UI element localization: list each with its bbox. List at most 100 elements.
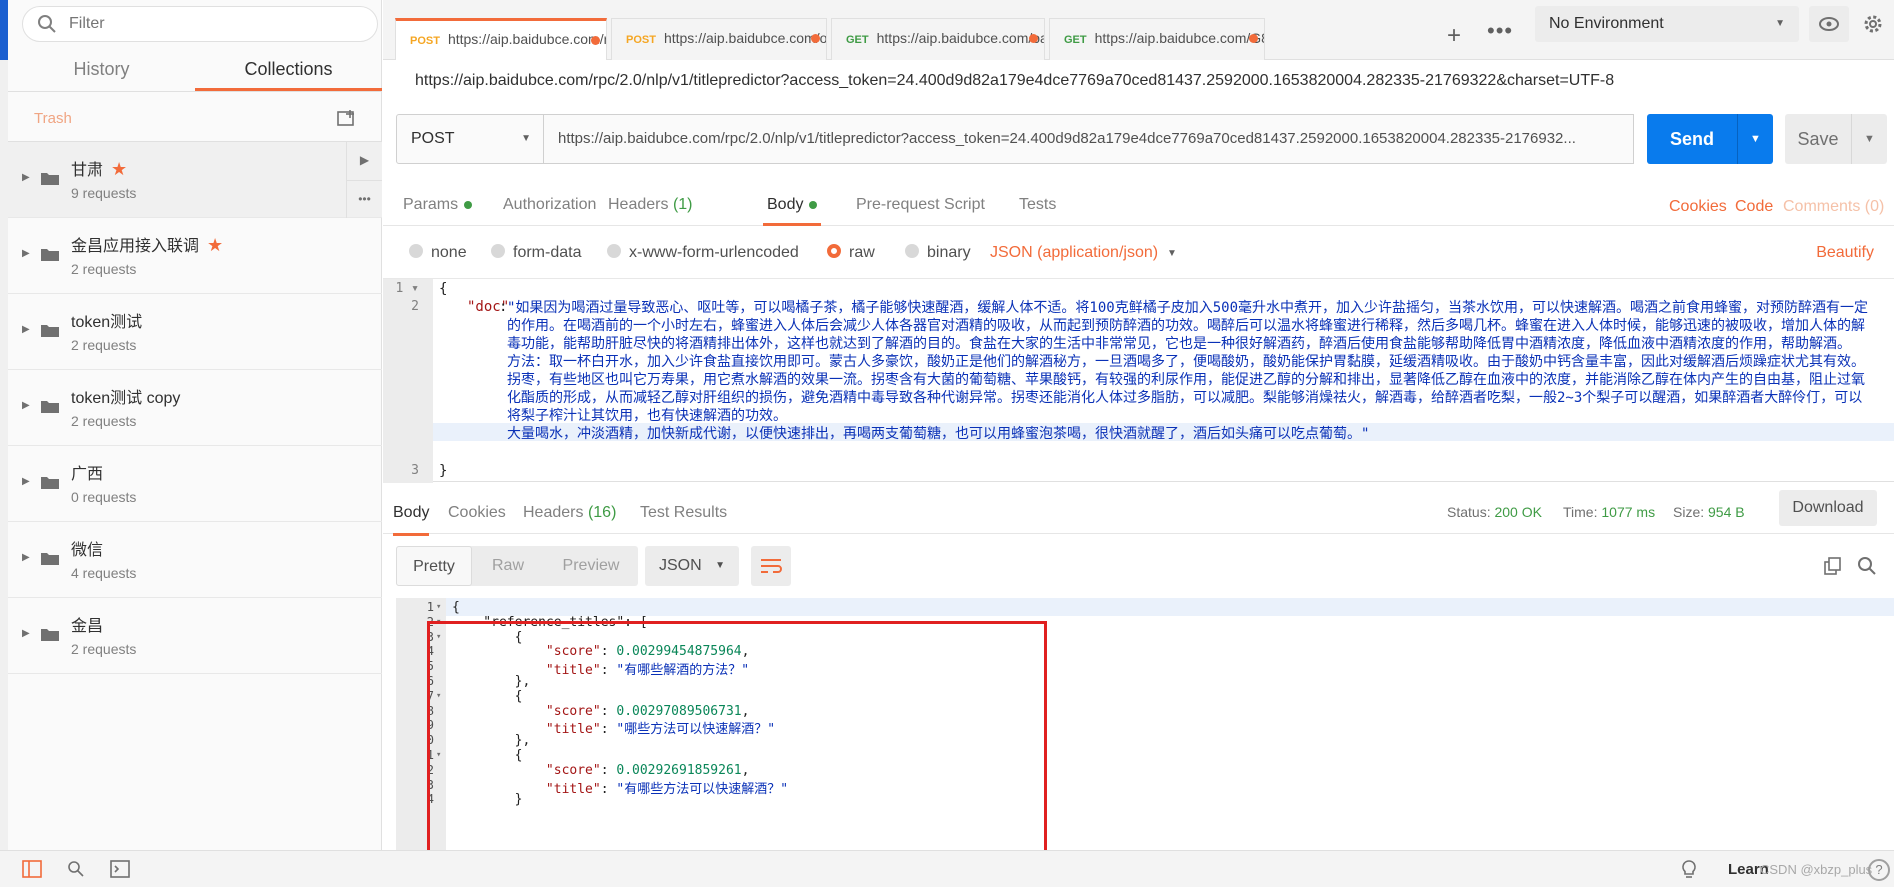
annotation-highlight-box [427,621,1047,865]
radio-raw[interactable]: raw [827,244,875,262]
caret-right-icon[interactable]: ▶ [22,476,30,487]
response-format-select[interactable]: JSON ▼ [645,546,739,586]
tab-label: Body [767,196,804,213]
radio-circle [827,244,841,258]
search-icon [38,15,56,33]
gear-icon[interactable] [1861,12,1885,36]
window-edge-accent [0,0,8,60]
fold-toggle-icon[interactable]: ▾ [436,602,441,612]
collection-item[interactable]: ▶ token测试 copy 2 requests [8,370,382,446]
time-readout: Time: 1077 ms [1563,504,1655,520]
request-tab-2[interactable]: POST https://aip.baidubce.com/oa [611,18,827,60]
more-options-icon[interactable]: ••• [346,180,382,218]
view-preview[interactable]: Preview [546,546,636,586]
collection-name: 金昌 [71,612,103,636]
collection-item[interactable]: ▶ token测试 2 requests [8,294,382,370]
radio-urlencoded[interactable]: x-www-form-urlencoded [607,244,799,262]
collection-count: 2 requests [71,261,137,277]
copy-icon[interactable] [1823,556,1843,576]
folder-icon [41,325,59,337]
collection-name: 广西 [71,460,103,484]
collection-name: 甘肃 ★ [71,156,127,180]
request-tab-4[interactable]: GET https://aip.baidubce.com/G8C [1049,18,1265,60]
view-raw[interactable]: Raw [472,546,544,586]
search-icon[interactable] [1857,556,1877,576]
caret-right-icon[interactable]: ▶ [22,172,30,183]
collection-item[interactable]: ▶ 金昌 2 requests [8,598,382,674]
lightbulb-icon[interactable] [1680,859,1698,881]
active-line-highlight [446,598,1894,616]
new-tab-icon[interactable]: + [1447,22,1461,50]
cookies-link[interactable]: Cookies [1669,198,1727,216]
radio-circle [607,244,621,258]
send-button[interactable]: Send [1647,114,1737,164]
tab-authorization[interactable]: Authorization [503,196,596,214]
environment-select[interactable]: No Environment ▼ [1535,6,1799,42]
filter-box[interactable] [22,6,378,42]
environment-quicklook-button[interactable] [1809,6,1849,42]
tab-label: Headers [608,196,669,213]
beautify-link[interactable]: Beautify [1816,244,1874,262]
request-tab-3[interactable]: GET https://aip.baidubce.com/oau [831,18,1045,60]
caret-right-icon[interactable]: ▶ [22,324,30,335]
wrap-lines-button[interactable] [751,546,791,586]
caret-right-icon[interactable]: ▶ [22,248,30,259]
tab-test-results[interactable]: Test Results [640,504,727,522]
star-icon[interactable]: ★ [111,159,127,179]
collection-name-text: 金昌 [71,618,104,635]
collection-item[interactable]: ▶ 广西 0 requests [8,446,382,522]
radio-none[interactable]: none [409,244,467,262]
caret-right-icon[interactable]: ▶ [22,400,30,411]
status-value: 200 OK [1494,504,1542,520]
trash-link[interactable]: Trash [34,110,72,127]
tab-response-headers[interactable]: Headers (16) [523,504,616,522]
eye-icon [1819,17,1839,31]
caret-right-icon[interactable]: ▶ [22,552,30,563]
sidebar-toggle-icon[interactable] [22,860,42,878]
radio-form-data[interactable]: form-data [491,244,581,262]
collection-item[interactable]: ▶ 甘肃 ★ 9 requests ▶ ••• [8,142,382,218]
method-select[interactable]: POST ▼ [396,114,544,164]
more-tabs-icon[interactable]: ••• [1487,18,1513,44]
send-options-button[interactable]: ▼ [1737,114,1773,164]
comments-link[interactable]: Comments (0) [1783,198,1884,216]
radio-label: form-data [513,244,582,261]
size-value: 954 B [1708,504,1745,520]
headers-count: (16) [587,504,617,521]
code-link[interactable]: Code [1735,198,1773,216]
request-tab-1[interactable]: POST https://aip.baidubce.com/rpc [395,18,607,60]
chevron-down-icon: ▼ [1864,133,1875,145]
url-input[interactable]: https://aip.baidubce.com/rpc/2.0/nlp/v1/… [543,114,1634,164]
format-label: JSON [659,557,702,574]
tab-prerequest-script[interactable]: Pre-request Script [856,196,985,214]
download-button[interactable]: Download [1779,490,1877,526]
request-body-editor[interactable]: 1 ▾ 2 3 { "doc" : "如果因为喝酒过量导致恶心、呕吐等，可以喝橘… [383,278,1894,483]
radio-binary[interactable]: binary [905,244,971,262]
tab-body[interactable]: Body [763,196,822,226]
content-type-select[interactable]: JSON (application/json) [990,244,1158,262]
collection-count: 2 requests [71,337,137,353]
tab-history[interactable]: History [8,50,195,91]
body-type-options: none form-data x-www-form-urlencoded raw… [383,240,1894,270]
chevron-down-icon[interactable]: ▼ [1167,248,1177,259]
find-icon[interactable] [66,860,86,878]
console-icon[interactable] [110,860,130,878]
tab-headers[interactable]: Headers (1) [608,196,693,214]
status-label: Status: [1447,504,1491,520]
save-options-button[interactable]: ▼ [1851,114,1887,164]
tab-response-body[interactable]: Body [393,504,430,536]
save-button[interactable]: Save [1785,114,1851,164]
tab-params[interactable]: Params [403,196,473,214]
collection-item[interactable]: ▶ 微信 4 requests [8,522,382,598]
help-icon[interactable]: ? [1868,859,1890,881]
star-icon[interactable]: ★ [207,235,223,255]
new-collection-icon[interactable] [336,107,358,129]
tab-collections[interactable]: Collections [195,50,382,91]
expand-arrow-icon[interactable]: ▶ [346,142,382,180]
caret-right-icon[interactable]: ▶ [22,628,30,639]
tab-tests[interactable]: Tests [1019,196,1056,214]
view-pretty[interactable]: Pretty [396,546,472,586]
tab-response-cookies[interactable]: Cookies [448,504,506,522]
filter-input[interactable] [69,15,349,33]
collection-item[interactable]: ▶ 金昌应用接入联调 ★ 2 requests [8,218,382,294]
